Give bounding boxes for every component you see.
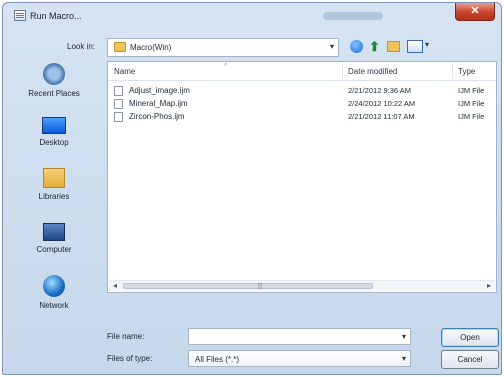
files-of-type-label: Files of type: bbox=[107, 354, 153, 363]
chevron-down-icon[interactable]: ▾ bbox=[402, 332, 406, 341]
chevron-down-icon: ▾ bbox=[401, 354, 406, 363]
file-date: 2/21/2012 9:36 AM bbox=[348, 86, 411, 95]
file-row[interactable]: Adjust_image.ijm 2/21/2012 9:36 AM IJM F… bbox=[109, 85, 495, 97]
column-divider[interactable] bbox=[342, 64, 343, 79]
place-network[interactable]: Network bbox=[3, 275, 105, 310]
file-name: Zircon-Phos.ijm bbox=[129, 112, 185, 121]
file-icon bbox=[114, 112, 123, 122]
open-button[interactable]: Open bbox=[441, 328, 499, 347]
run-macro-dialog: Run Macro... ✕ Look in: Macro(Win) ▾ ⬆ R… bbox=[2, 2, 502, 375]
file-icon bbox=[114, 86, 123, 96]
file-type: IJM File bbox=[458, 112, 485, 121]
column-divider[interactable] bbox=[452, 64, 453, 79]
files-of-type-value: All Files (*.*) bbox=[195, 355, 240, 364]
place-libraries[interactable]: Libraries bbox=[3, 168, 105, 201]
chevron-down-icon: ▾ bbox=[329, 42, 334, 51]
places-bar: Recent Places Desktop Libraries Computer… bbox=[3, 61, 105, 310]
file-row[interactable]: Mineral_Map.ijm 2/24/2012 10:22 AM IJM F… bbox=[109, 98, 495, 110]
place-desktop[interactable]: Desktop bbox=[3, 117, 105, 147]
look-in-row: Look in: Macro(Win) ▾ ⬆ bbox=[3, 37, 501, 59]
file-name: Mineral_Map.ijm bbox=[129, 99, 188, 108]
up-folder-icon[interactable]: ⬆ bbox=[369, 39, 381, 54]
place-label: Network bbox=[39, 301, 69, 310]
place-label: Libraries bbox=[38, 192, 70, 201]
look-in-value: Macro(Win) bbox=[130, 43, 172, 52]
file-row[interactable]: Zircon-Phos.ijm 2/21/2012 11:07 AM IJM F… bbox=[109, 111, 495, 123]
place-computer[interactable]: Computer bbox=[3, 223, 105, 254]
recent-places-icon bbox=[43, 63, 65, 85]
file-type: IJM File bbox=[458, 86, 485, 95]
column-header: Name ^ Date modified Type bbox=[108, 62, 496, 81]
cancel-button[interactable]: Cancel bbox=[441, 350, 499, 369]
sort-caret-icon: ^ bbox=[224, 63, 228, 70]
close-button[interactable]: ✕ bbox=[455, 3, 495, 21]
grip-icon: ⠿ bbox=[257, 282, 263, 291]
files-of-type-select[interactable]: All Files (*.*) ▾ bbox=[188, 350, 411, 367]
close-icon: ✕ bbox=[470, 5, 480, 17]
file-list[interactable]: Name ^ Date modified Type Adjust_image.i… bbox=[107, 61, 497, 293]
window-app-icon bbox=[14, 10, 26, 21]
new-folder-icon[interactable] bbox=[387, 41, 400, 52]
place-label: Recent Places bbox=[28, 89, 80, 98]
file-icon bbox=[114, 99, 123, 109]
file-name-label: File name: bbox=[107, 332, 145, 341]
back-icon[interactable] bbox=[350, 40, 363, 53]
place-label: Computer bbox=[36, 245, 72, 254]
window-title: Run Macro... bbox=[30, 11, 82, 21]
title-bar: Run Macro... ✕ bbox=[3, 3, 501, 29]
file-name: Adjust_image.ijm bbox=[129, 86, 190, 95]
views-menu-icon[interactable] bbox=[407, 40, 429, 53]
look-in-dropdown[interactable]: Macro(Win) ▾ bbox=[107, 38, 339, 57]
column-name[interactable]: Name bbox=[114, 67, 135, 76]
place-recent-places[interactable]: Recent Places bbox=[3, 63, 105, 98]
scrollbar-thumb[interactable]: ⠿ bbox=[123, 282, 373, 291]
look-in-label: Look in: bbox=[67, 42, 96, 51]
file-type: IJM File bbox=[458, 99, 485, 108]
desktop-icon bbox=[42, 117, 66, 134]
file-name-input[interactable]: ▾ bbox=[188, 328, 411, 345]
column-date-modified[interactable]: Date modified bbox=[348, 67, 397, 76]
horizontal-scrollbar[interactable]: ◂ ⠿ ▸ bbox=[109, 280, 495, 291]
network-icon bbox=[43, 275, 65, 297]
scroll-left-icon[interactable]: ◂ bbox=[113, 281, 117, 290]
place-label: Desktop bbox=[39, 138, 69, 147]
file-date: 2/21/2012 11:07 AM bbox=[348, 112, 415, 121]
folder-icon bbox=[114, 42, 126, 52]
file-date: 2/24/2012 10:22 AM bbox=[348, 99, 416, 108]
scroll-right-icon[interactable]: ▸ bbox=[487, 281, 491, 290]
libraries-icon bbox=[43, 168, 65, 188]
column-type[interactable]: Type bbox=[458, 67, 475, 76]
title-bar-blur bbox=[323, 12, 383, 20]
computer-icon bbox=[43, 223, 65, 241]
